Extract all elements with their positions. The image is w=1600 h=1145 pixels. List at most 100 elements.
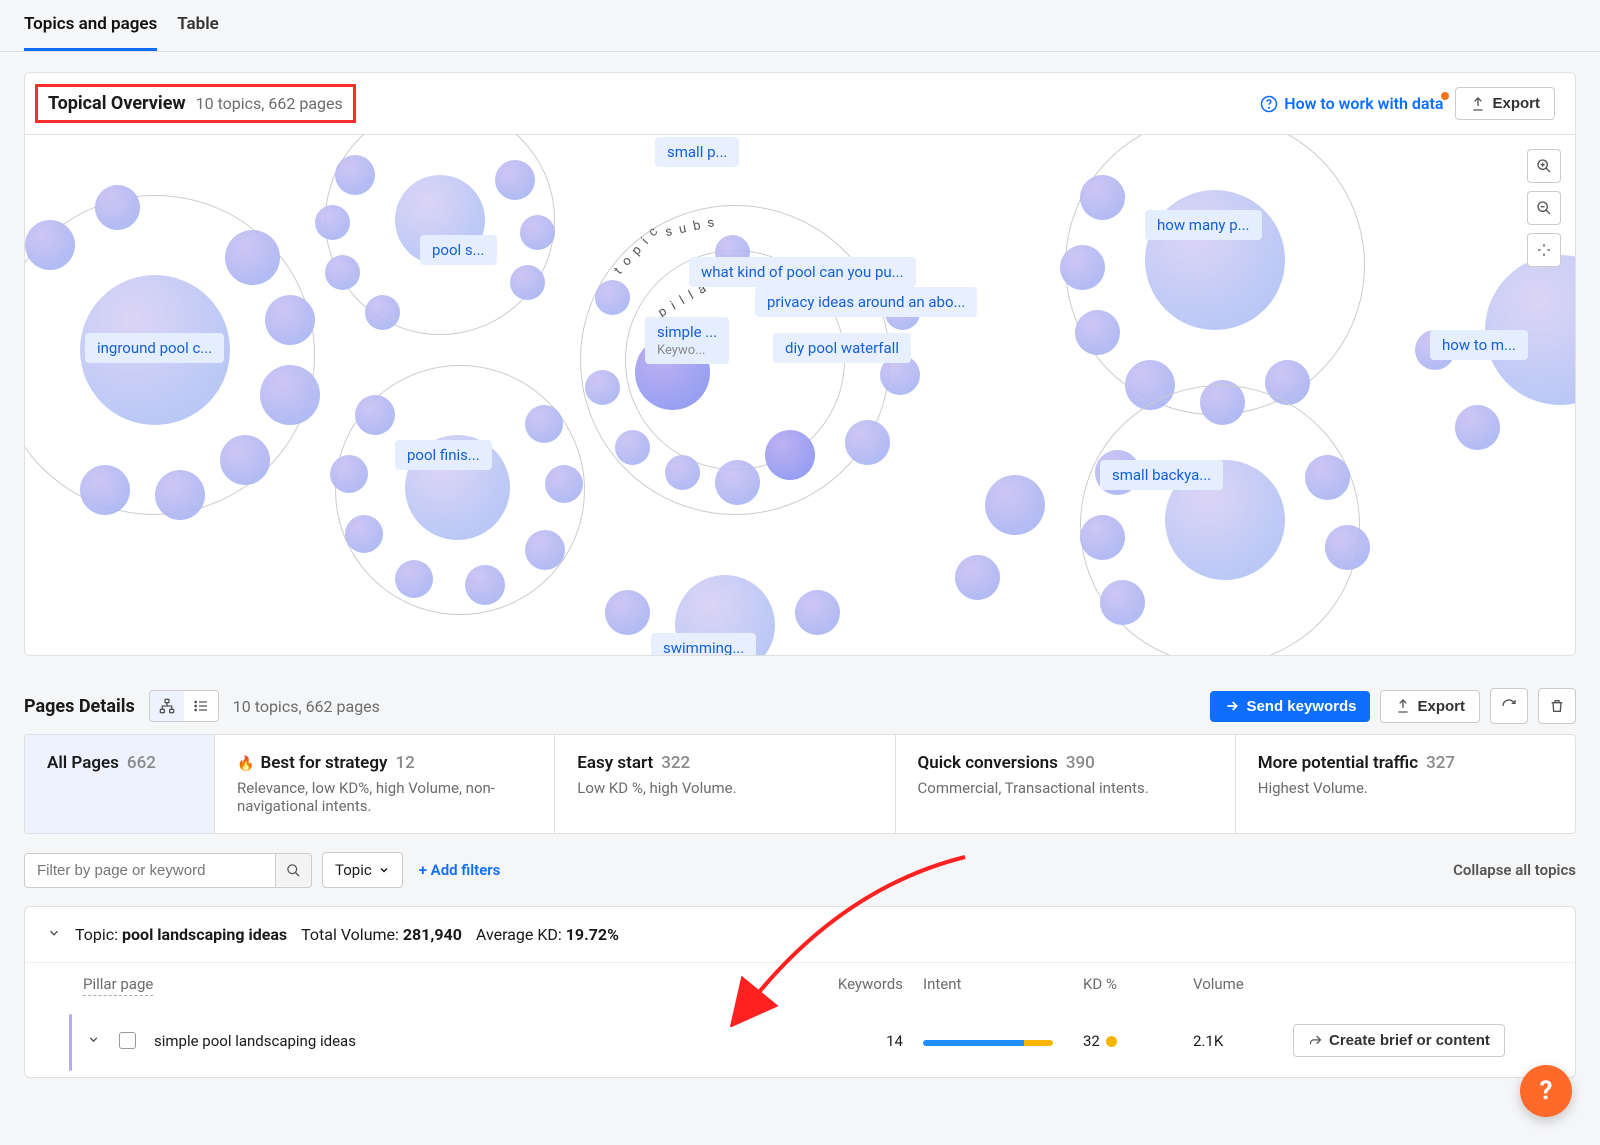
total-volume-value: 281,940 xyxy=(403,925,462,944)
collapse-all-button[interactable]: Collapse all topics xyxy=(1453,861,1576,879)
filter-easy-desc: Low KD %, high Volume. xyxy=(577,779,872,797)
export-icon xyxy=(1470,96,1486,112)
filter-best-count: 12 xyxy=(395,753,414,773)
topic-dropdown-label: Topic xyxy=(335,861,372,879)
view-tree-button[interactable] xyxy=(150,691,184,721)
chip-how-to-m[interactable]: how to m... xyxy=(1430,330,1528,360)
chip-privacy[interactable]: privacy ideas around an abo... xyxy=(755,287,977,317)
how-to-work-label: How to work with data xyxy=(1284,94,1443,113)
overview-title: Topical Overview xyxy=(48,93,186,114)
trash-icon xyxy=(1549,698,1565,714)
row-page-name[interactable]: simple pool landscaping ideas xyxy=(150,1032,793,1050)
intent-bar xyxy=(923,1040,1053,1046)
filter-quick-count: 390 xyxy=(1066,753,1095,773)
filter-tab-easy[interactable]: Easy start 322 Low KD %, high Volume. xyxy=(555,735,895,833)
filter-tab-all[interactable]: All Pages662 xyxy=(25,735,215,833)
topic-name: pool landscaping ideas xyxy=(122,925,287,944)
topic-dropdown[interactable]: Topic xyxy=(322,852,403,888)
avg-kd-value: 19.72% xyxy=(566,925,619,944)
topic-group: Topic: pool landscaping ideas Total Volu… xyxy=(24,906,1576,1078)
tab-topics-and-pages[interactable]: Topics and pages xyxy=(24,0,157,51)
topic-collapse-toggle[interactable] xyxy=(47,925,61,944)
row-checkbox[interactable] xyxy=(119,1032,136,1049)
export-button[interactable]: Export xyxy=(1455,87,1555,120)
add-filters-button[interactable]: + Add filters xyxy=(419,861,501,879)
filter-input-group xyxy=(24,853,312,888)
chip-inground-pool[interactable]: inground pool c... xyxy=(85,333,224,363)
tab-table[interactable]: Table xyxy=(177,0,219,51)
help-fab[interactable]: ? xyxy=(1520,1065,1572,1117)
chip-what-kind[interactable]: what kind of pool can you pu... xyxy=(689,257,916,287)
chip-pool-s[interactable]: pool s... xyxy=(420,235,497,265)
page-filter-tabs: All Pages662 🔥 Best for strategy 12 Releva… xyxy=(24,734,1576,834)
chip-swimming[interactable]: swimming... xyxy=(651,633,756,655)
filter-best-label: Best for strategy xyxy=(260,753,387,773)
export-icon xyxy=(1395,698,1411,714)
table-row: simple pool landscaping ideas 14 32 2.1K… xyxy=(25,1008,1575,1077)
share-arrow-icon xyxy=(1308,1033,1323,1048)
refresh-button[interactable] xyxy=(1490,688,1528,724)
filter-best-desc: Relevance, low KD%, high Volume, non-nav… xyxy=(237,779,532,815)
pages-details-title: Pages Details xyxy=(24,696,135,717)
view-list-button[interactable] xyxy=(184,691,218,721)
chip-small-p[interactable]: small p... xyxy=(655,137,739,167)
chip-simple-subtitle: Keywo... xyxy=(657,343,717,358)
chevron-down-icon xyxy=(47,926,61,940)
chip-simple[interactable]: simple ... Keywo... xyxy=(645,317,729,364)
filter-tab-best[interactable]: 🔥 Best for strategy 12 Relevance, low KD%,… xyxy=(215,735,555,833)
question-icon: ? xyxy=(1540,1076,1553,1106)
filter-tab-more[interactable]: More potential traffic327 Highest Volume… xyxy=(1236,735,1575,833)
pages-export-label: Export xyxy=(1417,698,1465,715)
topic-cluster-viz[interactable]: inground pool c... pool s... xyxy=(25,135,1575,655)
total-volume-label: Total Volume: xyxy=(301,925,399,944)
filter-easy-count: 322 xyxy=(661,753,690,773)
row-volume: 2.1K xyxy=(1183,1032,1293,1050)
fire-icon: 🔥 xyxy=(237,756,254,772)
filter-quick-desc: Commercial, Transactional intents. xyxy=(918,779,1213,797)
col-intent: Intent xyxy=(903,975,1073,996)
pages-details-subtitle: 10 topics, 662 pages xyxy=(233,697,380,716)
row-expand-toggle[interactable] xyxy=(87,1032,100,1050)
topical-overview-card: Topical Overview 10 topics, 662 pages Ho… xyxy=(24,72,1576,656)
list-icon xyxy=(193,698,209,714)
pages-export-button[interactable]: Export xyxy=(1380,690,1480,723)
recenter-icon xyxy=(1536,242,1552,258)
chip-small-backya[interactable]: small backya... xyxy=(1100,460,1223,490)
delete-button[interactable] xyxy=(1538,688,1576,724)
search-icon xyxy=(286,863,301,878)
notification-dot-icon xyxy=(1441,92,1449,100)
filter-more-desc: Highest Volume. xyxy=(1258,779,1553,797)
chip-how-many[interactable]: how many p... xyxy=(1145,210,1262,240)
send-keywords-button[interactable]: Send keywords xyxy=(1210,691,1370,722)
filter-more-count: 327 xyxy=(1426,753,1455,773)
how-to-work-link[interactable]: How to work with data xyxy=(1260,94,1443,113)
send-icon xyxy=(1224,698,1240,714)
kd-dot-icon xyxy=(1106,1036,1117,1047)
chevron-down-icon xyxy=(87,1033,100,1046)
zoom-out-button[interactable] xyxy=(1527,191,1561,225)
chip-diy[interactable]: diy pool waterfall xyxy=(773,333,911,363)
filter-tab-quick[interactable]: Quick conversions 390 Commercial, Transac… xyxy=(896,735,1236,833)
create-brief-label: Create brief or content xyxy=(1329,1032,1490,1049)
filter-quick-label: Quick conversions xyxy=(918,753,1058,773)
overview-subtitle: 10 topics, 662 pages xyxy=(196,94,343,113)
filter-all-count: 662 xyxy=(127,753,156,773)
filter-input[interactable] xyxy=(25,854,275,887)
recenter-button[interactable] xyxy=(1527,233,1561,267)
filter-search-button[interactable] xyxy=(275,854,311,887)
col-kd: KD % xyxy=(1073,975,1183,996)
chip-pool-finish[interactable]: pool finis... xyxy=(395,440,492,470)
zoom-in-button[interactable] xyxy=(1527,149,1561,183)
row-kd: 32 xyxy=(1083,1032,1100,1050)
filter-easy-label: Easy start xyxy=(577,753,653,773)
col-volume: Volume xyxy=(1183,975,1293,996)
topic-prefix: Topic: xyxy=(75,925,118,944)
create-brief-button[interactable]: Create brief or content xyxy=(1293,1024,1505,1057)
question-circle-icon xyxy=(1260,95,1278,113)
zoom-out-icon xyxy=(1536,200,1552,216)
chip-simple-label: simple ... xyxy=(657,323,717,341)
col-pillar: Pillar page xyxy=(83,975,153,996)
table-header: Pillar page Keywords Intent KD % Volume xyxy=(25,962,1575,1008)
tree-icon xyxy=(159,698,175,714)
refresh-icon xyxy=(1501,698,1517,714)
